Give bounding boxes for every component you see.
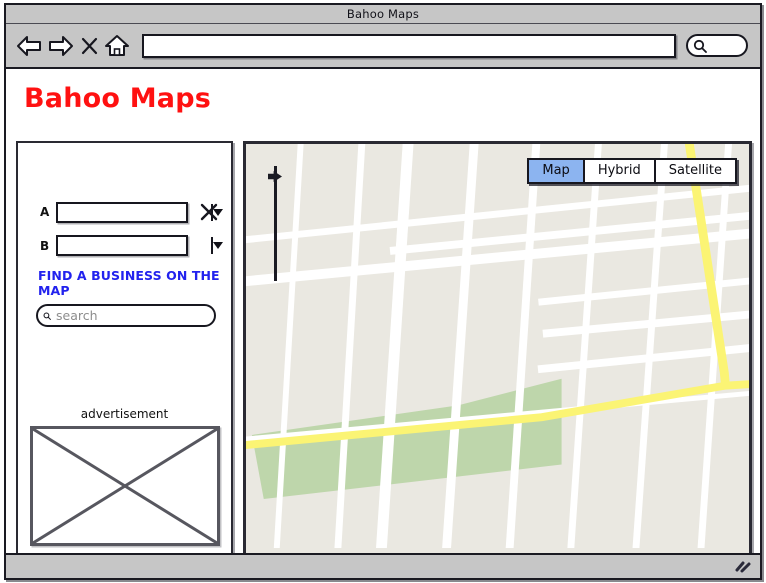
stop-x-icon[interactable]	[78, 32, 100, 60]
status-bar	[6, 553, 760, 578]
page-title: Bahoo Maps	[24, 83, 212, 114]
zoom-slider-track[interactable]	[274, 166, 277, 281]
map-canvas[interactable]	[246, 144, 749, 549]
find-business-label: FIND A BUSINESS ON THE MAP	[38, 268, 220, 298]
route-label-b: B	[40, 238, 50, 253]
map-type-control: Map Hybrid Satellite	[527, 158, 737, 184]
route-planner: A B	[18, 143, 231, 256]
business-search-input[interactable]	[51, 307, 214, 324]
page-body: Bahoo Maps A B FIND A BUSINESS ON THE MA…	[6, 83, 760, 565]
browser-window: Bahoo Maps Bahoo Maps A B FIND A BUSINES…	[4, 3, 762, 580]
route-input-b[interactable]	[56, 235, 223, 256]
route-row-b: B	[40, 235, 231, 256]
business-search-box[interactable]	[36, 304, 216, 327]
advertisement-label: advertisement	[80, 407, 169, 421]
browser-toolbar	[6, 24, 760, 69]
toolbar-search-box[interactable]	[686, 34, 748, 57]
route-input-a[interactable]	[56, 201, 223, 223]
sidebar-panel: A B FIND A BUSINESS ON THE MAP search ad…	[16, 141, 233, 560]
zoom-slider-handle-icon[interactable]	[268, 171, 282, 182]
advertisement-block: advertisement	[18, 407, 231, 546]
forward-arrow-icon[interactable]	[46, 32, 76, 60]
zoom-slider[interactable]	[268, 166, 282, 281]
title-bar: Bahoo Maps	[6, 5, 760, 24]
map-panel[interactable]: Map Hybrid Satellite	[243, 141, 752, 560]
route-row-a: A	[40, 201, 231, 223]
map-type-button-hybrid[interactable]: Hybrid	[584, 160, 656, 182]
search-magnifier-icon	[693, 39, 707, 53]
window-title: Bahoo Maps	[346, 7, 420, 21]
url-input[interactable]	[142, 33, 676, 58]
route-input-a-field[interactable]	[58, 203, 211, 221]
search-magnifier-icon	[43, 312, 51, 320]
route-input-b-field[interactable]	[58, 237, 211, 254]
back-arrow-icon[interactable]	[14, 32, 44, 60]
content-row: A B FIND A BUSINESS ON THE MAP search ad…	[16, 141, 752, 560]
chevron-down-icon[interactable]	[211, 237, 223, 254]
route-label-a: A	[40, 205, 50, 219]
home-icon[interactable]	[102, 32, 132, 60]
map-type-button-satellite[interactable]: Satellite	[655, 160, 735, 182]
map-type-button-map[interactable]: Map	[529, 160, 585, 182]
resize-grip-icon[interactable]	[734, 560, 752, 574]
image-placeholder-icon	[29, 426, 220, 546]
close-x-icon[interactable]	[198, 201, 220, 223]
